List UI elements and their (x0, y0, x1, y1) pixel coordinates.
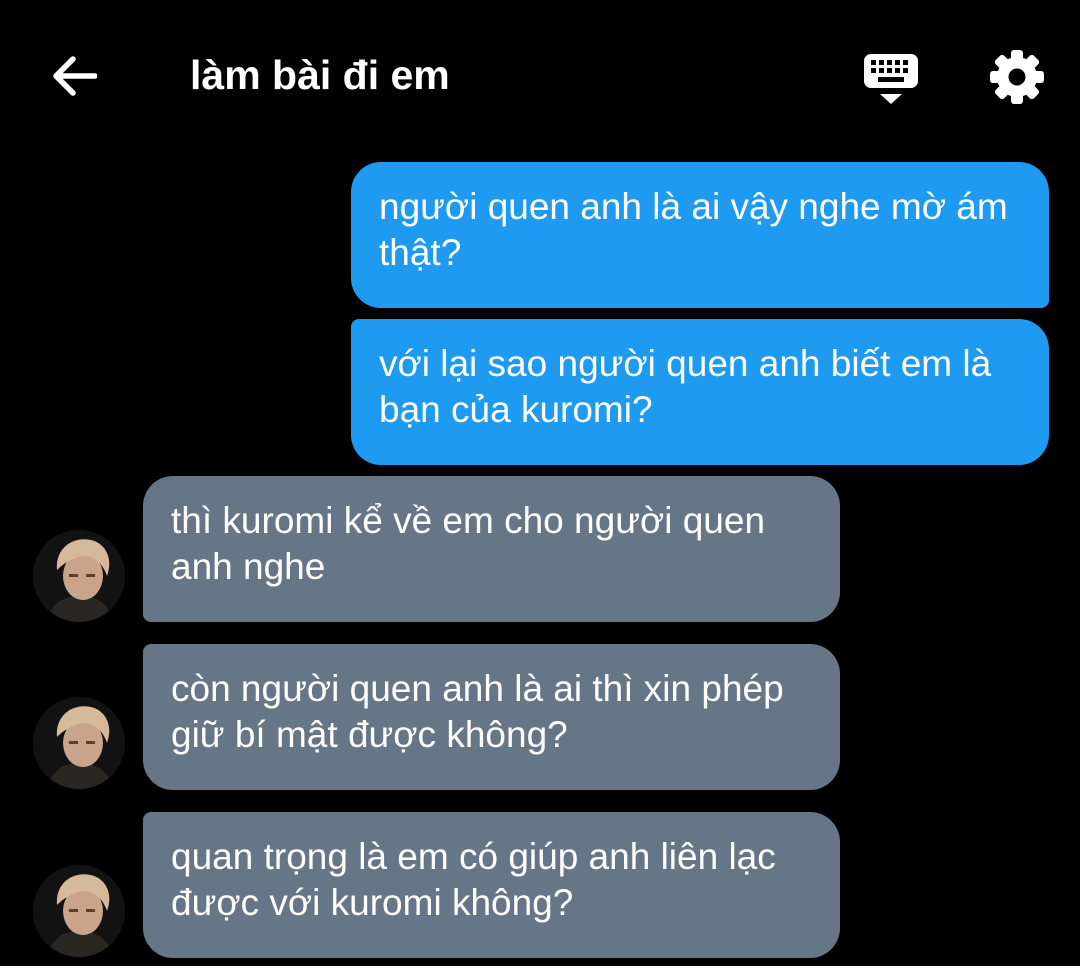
settings-button[interactable] (986, 46, 1048, 108)
avatar-photo (33, 530, 125, 622)
message-bubble-incoming[interactable]: quan trọng là em có giúp anh liên lạc đư… (143, 812, 840, 958)
avatar[interactable] (33, 530, 125, 622)
back-button[interactable] (46, 48, 102, 104)
avatar[interactable] (33, 865, 125, 957)
conversation-title: làm bài đi em (190, 52, 450, 98)
avatar-photo (33, 697, 125, 789)
chat-header: làm bài đi em (0, 0, 1080, 150)
message-bubble-incoming[interactable]: còn người quen anh là ai thì xin phép gi… (143, 644, 840, 790)
message-bubble-incoming[interactable]: thì kuromi kể về em cho người quen anh n… (143, 476, 840, 622)
keyboard-hide-icon (864, 54, 918, 104)
avatar-photo (33, 865, 125, 957)
message-bubble-outgoing[interactable]: người quen anh là ai vậy nghe mờ ám thật… (351, 162, 1049, 308)
gear-icon (990, 50, 1044, 104)
avatar[interactable] (33, 697, 125, 789)
arrow-left-icon (53, 56, 97, 96)
keyboard-toggle-button[interactable] (858, 48, 924, 108)
message-bubble-outgoing[interactable]: với lại sao người quen anh biết em là bạ… (351, 319, 1049, 465)
